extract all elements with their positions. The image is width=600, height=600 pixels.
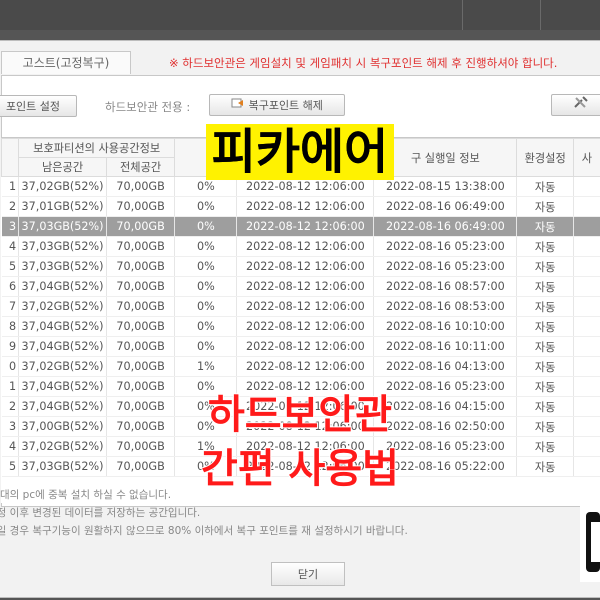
total-space: 70,00GB (106, 356, 176, 377)
run-date: 2022-08-16 05:23:00 (373, 236, 518, 257)
usage-percent: 0% (174, 256, 238, 277)
overlay-title-text: 피카에어 (205, 124, 395, 180)
footer-note: 상일 경우 복구기능이 원활하지 않으므로 80% 이하에서 복구 포인트를 재… (0, 525, 408, 537)
row-index: 5 (1, 256, 20, 277)
extra-cell (573, 316, 600, 337)
run-date: 2022-08-16 08:53:00 (373, 296, 518, 317)
env-setting: 자동 (516, 256, 574, 277)
run-date: 2022-08-16 10:10:00 (373, 316, 518, 337)
remaining-space: 37,04GB(52%) (18, 276, 107, 297)
env-setting: 자동 (516, 236, 574, 257)
release-restore-point-label: 복구포인트 해제 (248, 99, 323, 112)
env-setting: 자동 (516, 276, 574, 297)
run-date: 2022-08-16 06:49:00 (373, 216, 518, 237)
usage-percent: 1% (174, 356, 238, 377)
remaining-space: 37,04GB(52%) (18, 316, 107, 337)
logo-badge (580, 502, 600, 582)
total-space: 70,00GB (106, 316, 176, 337)
remaining-space: 37,03GB(52%) (18, 236, 107, 257)
row-index: 4 (1, 236, 20, 257)
usage-percent: 0% (174, 196, 238, 217)
extra-cell (573, 216, 600, 237)
table-row[interactable]: 0 37,02GB(52%) 70,00GB 1% 2022-08-12 12:06:0… (1, 356, 600, 377)
row-index: 7 (1, 296, 20, 317)
total-space: 70,00GB (106, 276, 176, 297)
total-space: 70,00GB (106, 296, 176, 317)
row-index: 2 (1, 196, 20, 217)
run-date: 2022-08-16 10:11:00 (373, 336, 518, 357)
total-space: 70,00GB (106, 216, 176, 237)
usage-percent: 0% (174, 296, 238, 317)
created-date: 2022-08-12 12:06:00 (236, 296, 375, 317)
row-index: 8 (1, 316, 20, 337)
table-row[interactable]: 9 37,04GB(52%) 70,00GB 0% 2022-08-12 12:06:0… (1, 336, 600, 357)
footer-note: 설정 이후 변경된 데이터를 저장하는 공간입니다. (0, 507, 201, 519)
topbar-separator (462, 0, 463, 30)
close-button[interactable]: 닫기 (271, 562, 345, 586)
overlay-title: 피카에어 (0, 112, 600, 182)
extra-cell (573, 256, 600, 277)
extra-cell (573, 276, 600, 297)
created-date: 2022-08-12 12:06:00 (236, 196, 375, 217)
env-setting: 자동 (516, 316, 574, 337)
created-date: 2022-08-12 12:06:00 (236, 256, 375, 277)
row-index: 0 (1, 356, 20, 377)
table-row[interactable]: 7 37,02GB(52%) 70,00GB 0% 2022-08-12 12:06:0… (1, 296, 600, 317)
remaining-space: 37,01GB(52%) (18, 196, 107, 217)
tab-ghost-fixed-restore[interactable]: 고스트(고정복구) (1, 51, 131, 74)
usage-percent: 0% (174, 336, 238, 357)
env-setting: 자동 (516, 336, 574, 357)
usage-percent: 0% (174, 276, 238, 297)
table-row[interactable]: 8 37,04GB(52%) 70,00GB 0% 2022-08-12 12:06:0… (1, 316, 600, 337)
created-date: 2022-08-12 12:06:00 (236, 276, 375, 297)
run-date: 2022-08-16 04:13:00 (373, 356, 518, 377)
extra-cell (573, 196, 600, 217)
total-space: 70,00GB (106, 336, 176, 357)
extra-cell (573, 296, 600, 317)
created-date: 2022-08-12 12:06:00 (236, 316, 375, 337)
run-date: 2022-08-16 08:57:00 (373, 276, 518, 297)
table-row[interactable]: 6 37,04GB(52%) 70,00GB 0% 2022-08-12 12:06:0… (1, 276, 600, 297)
row-index: 9 (1, 336, 20, 357)
usage-percent: 0% (174, 316, 238, 337)
overlay-subtitle-2: 간편 사용법 (200, 445, 400, 493)
app-topbar (0, 0, 600, 31)
env-setting: 자동 (516, 356, 574, 377)
remaining-space: 37,04GB(52%) (18, 336, 107, 357)
table-row[interactable]: 3 37,03GB(52%) 70,00GB 0% 2022-08-12 12:06:0… (1, 216, 600, 237)
extra-cell (573, 336, 600, 357)
row-index: 6 (1, 276, 20, 297)
table-row[interactable]: 5 37,03GB(52%) 70,00GB 0% 2022-08-12 12:06:0… (1, 256, 600, 277)
env-setting: 자동 (516, 216, 574, 237)
warning-text: ※ 하드보안관은 게임설치 및 게임패치 시 복구포인트 해제 후 진행하셔야 … (169, 56, 558, 70)
topbar-separator (540, 0, 541, 30)
overlay-subtitle-1: 하드보안관 (207, 391, 393, 439)
table-row[interactable]: 2 37,01GB(52%) 70,00GB 0% 2022-08-12 12:06:0… (1, 196, 600, 217)
extra-cell (573, 236, 600, 257)
run-date: 2022-08-16 06:49:00 (373, 196, 518, 217)
remaining-space: 37,03GB(52%) (18, 216, 107, 237)
table-row[interactable]: 4 37,03GB(52%) 70,00GB 0% 2022-08-12 12:06:0… (1, 236, 600, 257)
total-space: 70,00GB (106, 256, 176, 277)
created-date: 2022-08-12 12:06:00 (236, 236, 375, 257)
created-date: 2022-08-12 12:06:00 (236, 216, 375, 237)
created-date: 2022-08-12 12:06:00 (236, 356, 375, 377)
env-setting: 자동 (516, 196, 574, 217)
usage-percent: 0% (174, 236, 238, 257)
created-date: 2022-08-12 12:06:00 (236, 336, 375, 357)
remaining-space: 37,03GB(52%) (18, 256, 107, 277)
remaining-space: 37,02GB(52%) (18, 296, 107, 317)
run-date: 2022-08-16 05:23:00 (373, 256, 518, 277)
env-setting: 자동 (516, 296, 574, 317)
usage-percent: 0% (174, 216, 238, 237)
total-space: 70,00GB (106, 196, 176, 217)
remaining-space: 37,02GB(52%) (18, 356, 107, 377)
total-space: 70,00GB (106, 236, 176, 257)
row-index: 3 (1, 216, 20, 237)
extra-cell (573, 356, 600, 377)
